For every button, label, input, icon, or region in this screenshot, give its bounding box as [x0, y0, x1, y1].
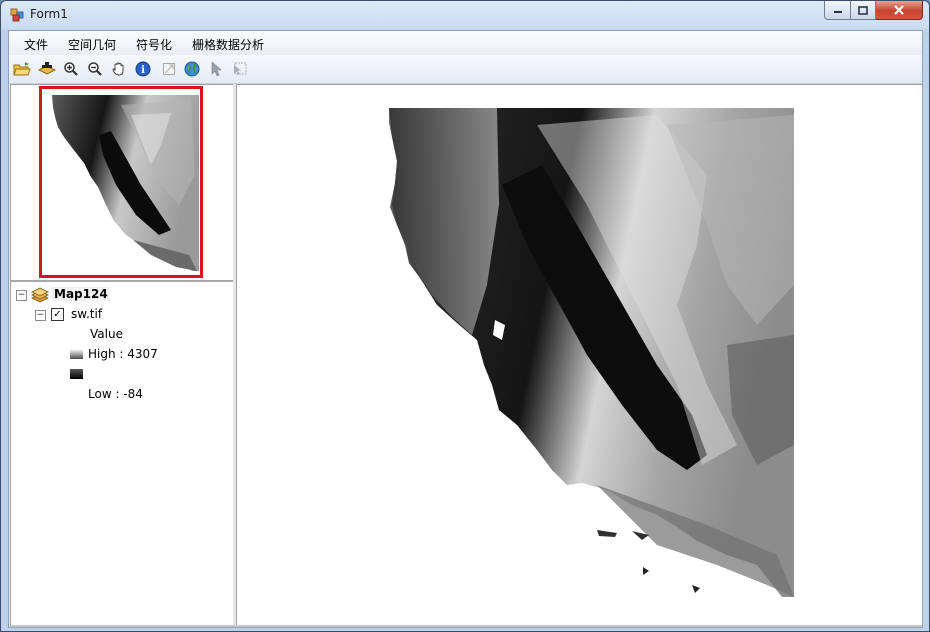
- layer-visibility-checkbox[interactable]: ✓: [51, 308, 64, 321]
- zoom-out-icon[interactable]: [86, 60, 104, 78]
- client-area: 文件 空间几何 符号化 栅格数据分析 i − Map124 − ✓ sw.tif…: [8, 30, 923, 628]
- full-extent-icon[interactable]: [160, 60, 178, 78]
- menu-raster-analysis[interactable]: 栅格数据分析: [192, 36, 264, 53]
- status-strip: [9, 625, 922, 627]
- minimize-button[interactable]: [824, 1, 851, 20]
- maximize-icon: [858, 5, 868, 15]
- map-view[interactable]: [236, 84, 923, 627]
- select-features-icon[interactable]: [231, 60, 249, 78]
- legend-low-label: Low : -84: [88, 387, 143, 401]
- legend-high-swatch: [70, 349, 83, 359]
- legend-high-label: High : 4307: [88, 347, 158, 361]
- close-button[interactable]: [876, 1, 923, 20]
- open-folder-icon[interactable]: [13, 60, 31, 78]
- globe-icon[interactable]: [183, 60, 201, 78]
- legend-title: Value: [90, 327, 123, 341]
- caption-buttons: [824, 1, 923, 20]
- menu-spatial-geometry[interactable]: 空间几何: [68, 36, 116, 53]
- window-title: Form1: [30, 7, 68, 21]
- app-window: Form1 文件 空间几何 符号化 栅格数据分析 i − Map124 − ✓ …: [0, 0, 930, 632]
- overview-extent-box[interactable]: [39, 86, 203, 278]
- map-name[interactable]: Map124: [52, 287, 110, 301]
- identify-info-icon[interactable]: i: [134, 60, 152, 78]
- layer-name[interactable]: sw.tif: [71, 307, 102, 321]
- close-icon: [894, 5, 904, 15]
- select-pointer-icon[interactable]: [207, 60, 225, 78]
- title-bar[interactable]: Form1: [1, 1, 929, 29]
- maximize-button[interactable]: [851, 1, 876, 20]
- toolbar: i: [9, 55, 922, 84]
- zoom-in-icon[interactable]: [62, 60, 80, 78]
- menu-symbolization[interactable]: 符号化: [136, 36, 172, 53]
- menu-file[interactable]: 文件: [24, 36, 48, 53]
- add-data-icon[interactable]: [38, 60, 56, 78]
- left-panel: − Map124 − ✓ sw.tif Value High : 4307 Lo…: [10, 84, 234, 627]
- map-collapse-toggle[interactable]: −: [16, 290, 27, 301]
- layer-collapse-toggle[interactable]: −: [35, 310, 46, 321]
- table-of-contents: − Map124 − ✓ sw.tif Value High : 4307 Lo…: [11, 282, 233, 626]
- app-icon: [10, 8, 24, 22]
- raster-map: [389, 108, 794, 597]
- legend-low-swatch: [70, 369, 83, 379]
- overview-map[interactable]: [11, 85, 233, 282]
- menu-bar: 文件 空间几何 符号化 栅格数据分析: [9, 31, 922, 55]
- layers-icon: [31, 287, 49, 303]
- minimize-icon: [833, 11, 842, 13]
- pan-hand-icon[interactable]: [110, 60, 128, 78]
- svg-text:i: i: [141, 65, 145, 76]
